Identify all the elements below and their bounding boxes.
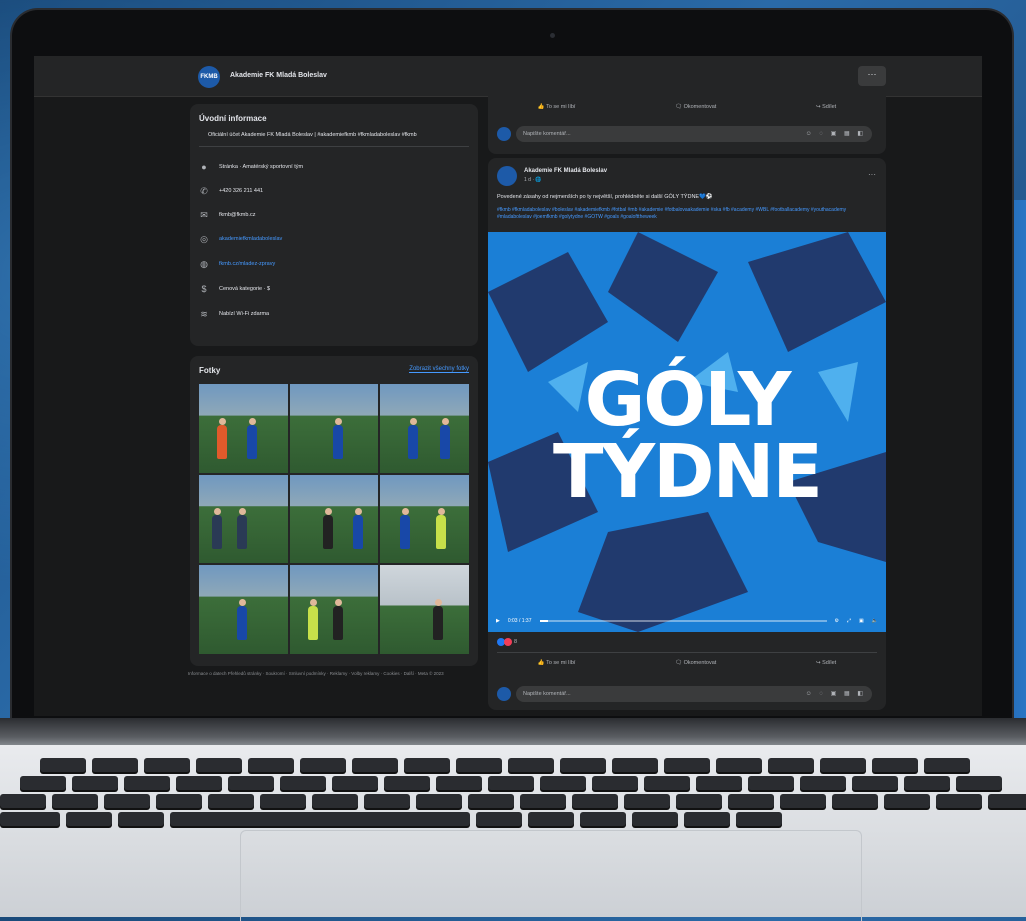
info-phone: ✆ +420 326 211 441 [200, 186, 264, 196]
share-button[interactable]: ↪ Sdílet [816, 104, 836, 110]
photos-title: Fotky [199, 366, 221, 375]
comment-input[interactable]: Napište komentář... ☺ ◌ ▣ ▦ ◧ [516, 686, 872, 702]
photo-thumbnail[interactable] [289, 384, 379, 473]
fullscreen-icon[interactable]: ⤢ [847, 618, 851, 624]
video-title-line2: TÝDNE [553, 429, 823, 515]
photo-thumbnail[interactable] [380, 384, 469, 473]
comment-tools-icons[interactable]: ☺ ◌ ▣ ▦ ◧ [806, 686, 866, 702]
globe-icon: ◍ [200, 259, 208, 269]
pip-icon[interactable]: ▣ [859, 618, 864, 624]
photo-thumbnail[interactable] [199, 565, 288, 654]
avatar [497, 687, 511, 701]
info-email[interactable]: ✉ fkmb@fkmb.cz [199, 210, 255, 220]
see-all-photos-link[interactable]: Zobrazit všechny fotky [409, 366, 469, 373]
comment-row: Napište komentář... ☺ ◌ ▣ ▦ ◧ [497, 686, 872, 702]
price-icon: $ [201, 284, 207, 294]
photo-thumbnail[interactable] [289, 474, 379, 564]
reactions[interactable]: 8 [497, 638, 517, 646]
comment-button[interactable]: 🗨 Okomentovat [675, 104, 716, 110]
play-icon[interactable]: ▶ [496, 618, 500, 624]
info-icon: ● [201, 162, 207, 172]
video-progress[interactable] [539, 620, 827, 622]
info-price: $ Cenová kategorie · $ [199, 284, 270, 294]
photo-thumbnail[interactable] [199, 474, 288, 564]
footer-links[interactable]: Informace o datech Přehledů stránky · So… [188, 670, 482, 677]
reaction-count: 8 [514, 639, 518, 645]
intro-title: Úvodní informace [199, 114, 267, 123]
divider [497, 652, 877, 653]
like-button[interactable]: 👍 To se mi líbí [538, 660, 576, 666]
post-action-bar: 👍 To se mi líbí 🗨 Okomentovat ↪ Sdílet [488, 660, 886, 666]
comment-row: Napište komentář... ☺ ◌ ▣ ▦ ◧ [497, 126, 872, 142]
intro-bio: Oficiální účet Akademie FK Mladá Bolesla… [208, 132, 417, 138]
post-avatar[interactable] [497, 166, 517, 186]
action-bar: 👍 To se mi líbí 🗨 Okomentovat ↪ Sdílet [488, 104, 886, 110]
photo-thumbnail[interactable] [199, 384, 288, 473]
trackpad [240, 830, 862, 921]
page-logo[interactable]: FKMB [198, 66, 220, 88]
info-instagram[interactable]: ◎ akademiefkmladaboleslav [199, 234, 282, 244]
photo-thumbnail[interactable] [289, 565, 379, 654]
info-wifi: ≋ Nabízí Wi-Fi zdarma [200, 309, 270, 319]
post-more-icon[interactable]: ··· [868, 170, 876, 179]
more-button[interactable]: ··· [858, 66, 886, 86]
share-button[interactable]: ↪ Sdílet [816, 660, 836, 666]
photo-grid [199, 384, 469, 654]
email-icon: ✉ [200, 210, 208, 220]
page-name[interactable]: Akademie FK Mladá Boleslav [230, 72, 327, 79]
volume-icon[interactable]: 🔈 [872, 618, 878, 624]
wifi-icon: ≋ [200, 309, 208, 319]
comment-input[interactable]: Napište komentář... ☺ ◌ ▣ ▦ ◧ [516, 126, 872, 142]
avatar [497, 127, 511, 141]
post-time[interactable]: 1 d · 🌐 [524, 177, 542, 183]
photo-thumbnail[interactable] [380, 565, 469, 654]
laptop-screen: FKMB Akademie FK Mladá Boleslav ··· Úvod… [34, 56, 982, 716]
previous-post-actions: 👍 To se mi líbí 🗨 Okomentovat ↪ Sdílet N… [488, 96, 886, 154]
info-category: ● Stránka · Amatérský sportovní tým [199, 162, 303, 172]
post-text: Povedené zásahy od nejmenších po ty nejv… [497, 194, 713, 200]
intro-card: Úvodní informace Oficiální účet Akademie… [190, 104, 478, 346]
keyboard [0, 752, 1026, 832]
video-controls: ▶ 0:03 / 1:37 ⚙ ⤢ ▣ 🔈 [488, 610, 886, 632]
love-reaction-icon [504, 638, 512, 646]
video-title-line1: GÓLY [584, 357, 792, 443]
video-time: 0:03 / 1:37 [507, 618, 532, 624]
like-button[interactable]: 👍 To se mi líbí [538, 104, 576, 110]
page-header: FKMB Akademie FK Mladá Boleslav ··· [34, 56, 982, 97]
post-author[interactable]: Akademie FK Mladá Boleslav [524, 168, 607, 174]
photos-card: Fotky Zobrazit všechny fotky [190, 356, 478, 666]
video-post: Akademie FK Mladá Boleslav 1 d · 🌐 ··· P… [488, 158, 886, 710]
photo-thumbnail[interactable] [380, 474, 469, 564]
webcam [550, 33, 555, 38]
post-hashtags[interactable]: #fkmb #fkmladaboleslav #boleslav #akadem… [497, 207, 877, 221]
settings-icon[interactable]: ⚙ [835, 618, 839, 624]
phone-icon: ✆ [200, 186, 208, 196]
instagram-icon: ◎ [200, 234, 208, 244]
video-player[interactable]: GÓLY TÝDNE ▶ 0:03 / 1:37 ⚙ ⤢ ▣ 🔈 [488, 232, 886, 632]
info-website[interactable]: ◍ fkmb.cz/mladez-zpravy [199, 259, 275, 269]
divider [199, 146, 469, 147]
comment-tools-icons[interactable]: ☺ ◌ ▣ ▦ ◧ [806, 126, 866, 142]
comment-button[interactable]: 🗨 Okomentovat [675, 660, 716, 666]
